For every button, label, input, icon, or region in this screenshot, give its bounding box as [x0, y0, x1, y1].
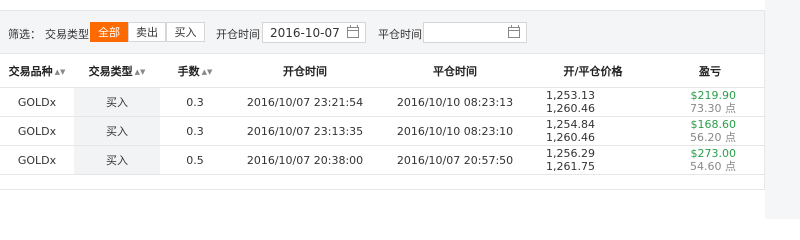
open-price: 1,256.29	[546, 147, 595, 160]
header-open-time: 开仓时间	[230, 54, 380, 88]
cell-profit: $273.00 54.60 点	[656, 145, 764, 175]
cell-open-time: 2016/10/07 20:38:00	[230, 145, 380, 175]
filter-sell-button[interactable]: 卖出	[128, 22, 166, 42]
filter-bar: 筛选： 交易类型 全部 卖出 买入 开仓时间 2016-10-07 平仓时间	[0, 11, 764, 54]
close-time-input[interactable]	[423, 22, 527, 43]
open-price: 1,253.13	[546, 89, 595, 102]
profit-amount: $219.90	[690, 89, 737, 102]
trades-table: 交易品种 ▲▼ 交易类型 ▲▼ 手数 ▲▼ 开仓时间 平仓时间 开/平仓价格 盈亏 G…	[0, 54, 764, 175]
close-time-label: 平仓时间	[378, 28, 422, 41]
cell-type: 买入	[74, 87, 160, 117]
profit-amount: $168.60	[690, 118, 737, 131]
cell-close-time: 2016/10/10 08:23:13	[380, 87, 530, 117]
cell-profit: $168.60 56.20 点	[656, 116, 764, 146]
cell-lots: 0.3	[160, 116, 230, 146]
header-profit: 盈亏	[656, 54, 764, 88]
cell-open-time: 2016/10/07 23:21:54	[230, 87, 380, 117]
profit-points: 54.60 点	[690, 160, 736, 173]
header-symbol[interactable]: 交易品种 ▲▼	[0, 54, 74, 88]
open-time-value: 2016-10-07	[270, 26, 340, 40]
header-lots[interactable]: 手数 ▲▼	[160, 54, 230, 88]
cell-prices: 1,253.13 1,260.46	[530, 87, 656, 117]
open-price: 1,254.84	[546, 118, 595, 131]
sort-arrows-icon[interactable]: ▲▼	[202, 68, 213, 76]
cell-symbol: GOLDx	[0, 145, 74, 175]
calendar-icon[interactable]	[347, 25, 359, 38]
close-price: 1,260.46	[546, 131, 595, 144]
cell-symbol: GOLDx	[0, 116, 74, 146]
open-time-label: 开仓时间	[216, 28, 260, 41]
profit-points: 73.30 点	[690, 102, 736, 115]
filter-buy-button[interactable]: 买入	[166, 22, 205, 42]
close-price: 1,261.75	[546, 160, 595, 173]
header-prices: 开/平仓价格	[530, 54, 656, 88]
table-header-row: 交易品种 ▲▼ 交易类型 ▲▼ 手数 ▲▼ 开仓时间 平仓时间 开/平仓价格 盈亏	[0, 54, 764, 88]
profit-points: 56.20 点	[690, 131, 736, 144]
cell-type: 买入	[74, 116, 160, 146]
cell-prices: 1,254.84 1,260.46	[530, 116, 656, 146]
open-time-input[interactable]: 2016-10-07	[262, 22, 366, 43]
trade-history-panel: 筛选： 交易类型 全部 卖出 买入 开仓时间 2016-10-07 平仓时间 交…	[0, 10, 765, 190]
filter-label: 筛选：	[8, 28, 41, 41]
calendar-icon[interactable]	[508, 25, 520, 38]
right-background	[765, 0, 800, 219]
trade-type-label: 交易类型	[45, 28, 89, 41]
cell-prices: 1,256.29 1,261.75	[530, 145, 656, 175]
table-row: GOLDx 买入 0.3 2016/10/07 23:13:35 2016/10…	[0, 116, 764, 146]
header-type[interactable]: 交易类型 ▲▼	[74, 54, 160, 88]
cell-profit: $219.90 73.30 点	[656, 87, 764, 117]
cell-lots: 0.3	[160, 87, 230, 117]
cell-close-time: 2016/10/07 20:57:50	[380, 145, 530, 175]
cell-close-time: 2016/10/10 08:23:10	[380, 116, 530, 146]
sort-arrows-icon[interactable]: ▲▼	[55, 68, 66, 76]
table-row: GOLDx 买入 0.5 2016/10/07 20:38:00 2016/10…	[0, 145, 764, 175]
sort-arrows-icon[interactable]: ▲▼	[135, 68, 146, 76]
profit-amount: $273.00	[690, 147, 737, 160]
cell-symbol: GOLDx	[0, 87, 74, 117]
close-price: 1,260.46	[546, 102, 595, 115]
header-close-time: 平仓时间	[380, 54, 530, 88]
cell-open-time: 2016/10/07 23:13:35	[230, 116, 380, 146]
cell-type: 买入	[74, 145, 160, 175]
cell-lots: 0.5	[160, 145, 230, 175]
filter-all-button[interactable]: 全部	[90, 22, 128, 42]
table-row: GOLDx 买入 0.3 2016/10/07 23:21:54 2016/10…	[0, 87, 764, 117]
